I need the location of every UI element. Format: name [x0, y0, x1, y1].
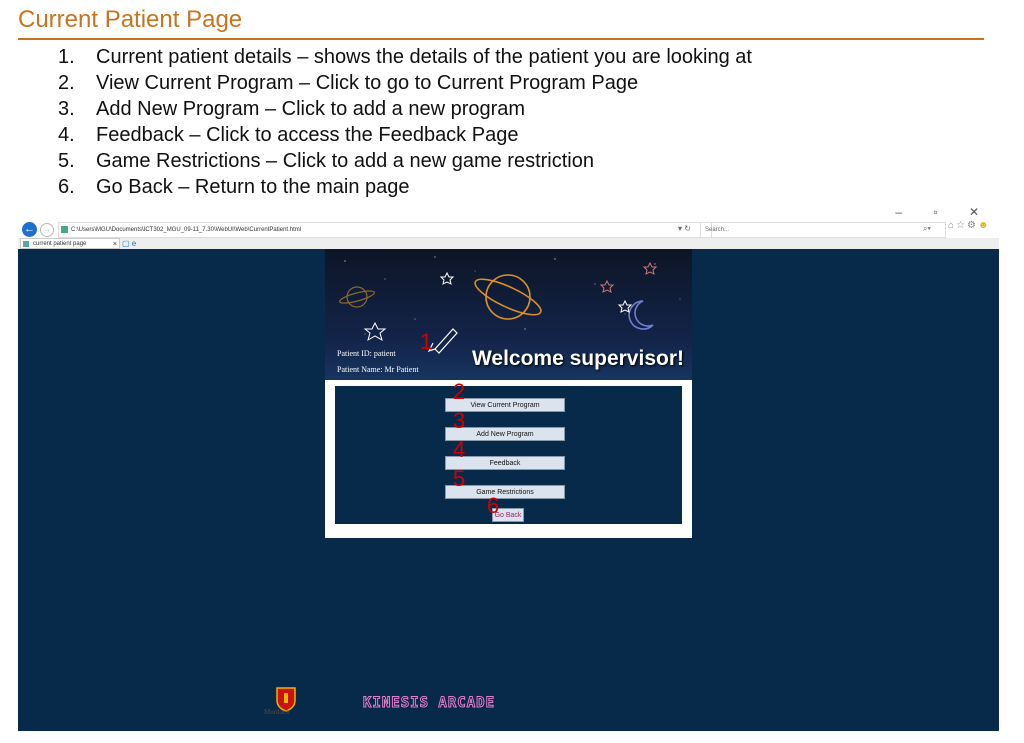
new-tab-icon[interactable]: ▢ e: [122, 238, 144, 249]
annotation-marker: 1: [420, 329, 433, 354]
title-rule: [18, 38, 984, 40]
home-icon[interactable]: ⌂: [948, 220, 956, 231]
back-arrow-icon[interactable]: ←: [22, 222, 37, 237]
page-icon: [61, 226, 68, 233]
space-header: Patient ID: patient Patient Name: Mr Pat…: [325, 249, 692, 380]
forward-arrow-icon[interactable]: →: [40, 223, 54, 237]
step-item: 2. View Current Program – Click to go to …: [58, 72, 639, 94]
address-input[interactable]: C:\Users\MGU\Documents\ICT302_MGU_09-11_…: [58, 222, 712, 238]
toolbar-icons: ⌂☆⚙☻: [948, 220, 991, 231]
search-input[interactable]: Search...: [700, 222, 946, 238]
stars: [344, 256, 681, 335]
university-name: Murdoch: [264, 708, 290, 716]
step-item: 5. Game Restrictions – Click to add a new…: [58, 150, 594, 172]
annotation-marker: 6: [487, 493, 500, 518]
star-icon[interactable]: ☆: [956, 220, 967, 231]
menu-panel-frame: View Current Program Add New Program Fee…: [325, 380, 692, 538]
saturn-icon: [474, 274, 542, 320]
patient-name: Patient Name: Mr Patient: [337, 365, 419, 374]
favicon-icon: [23, 241, 29, 247]
page-viewport: Patient ID: patient Patient Name: Mr Pat…: [18, 249, 999, 731]
tab-current-patient[interactable]: current patient page ×: [20, 238, 120, 249]
search-icon[interactable]: ⌕▾: [923, 222, 931, 236]
rocket-icon: [427, 328, 458, 354]
annotation-marker: 4: [453, 437, 466, 462]
kinesis-arcade-logo: KINESIS ARCADE: [362, 695, 496, 712]
step-item: 3. Add New Program – Click to add a new p…: [58, 98, 526, 120]
menu-panel: View Current Program Add New Program Fee…: [335, 386, 682, 524]
annotation-marker: 3: [453, 408, 466, 433]
steps-list: 1. Current patient details – shows the de…: [58, 44, 752, 200]
step-item: 4. Feedback – Click to access the Feedbac…: [58, 124, 519, 146]
step-item: 6. Go Back – Return to the main page: [58, 176, 410, 198]
moon-icon: [628, 300, 654, 330]
tab-bar: [18, 238, 999, 249]
refresh-icon[interactable]: ▾ ↻: [678, 222, 691, 236]
welcome-heading: Welcome supervisor!: [471, 347, 684, 370]
smiley-icon[interactable]: ☻: [978, 220, 991, 231]
gear-icon[interactable]: ⚙: [967, 220, 978, 231]
window-controls[interactable]: – ▫ ✕: [895, 205, 993, 219]
step-item: 1. Current patient details – shows the de…: [58, 46, 752, 68]
browser-window: – ▫ ✕ ← → C:\Users\MGU\Documents\ICT302_…: [18, 205, 999, 731]
annotation-marker: 5: [453, 466, 466, 491]
annotation-marker: 2: [453, 379, 466, 404]
app-container: Patient ID: patient Patient Name: Mr Pat…: [325, 249, 692, 539]
patient-id: Patient ID: patient: [337, 349, 396, 358]
slide-title: Current Patient Page: [18, 6, 243, 33]
small-planet-icon: [338, 286, 376, 308]
